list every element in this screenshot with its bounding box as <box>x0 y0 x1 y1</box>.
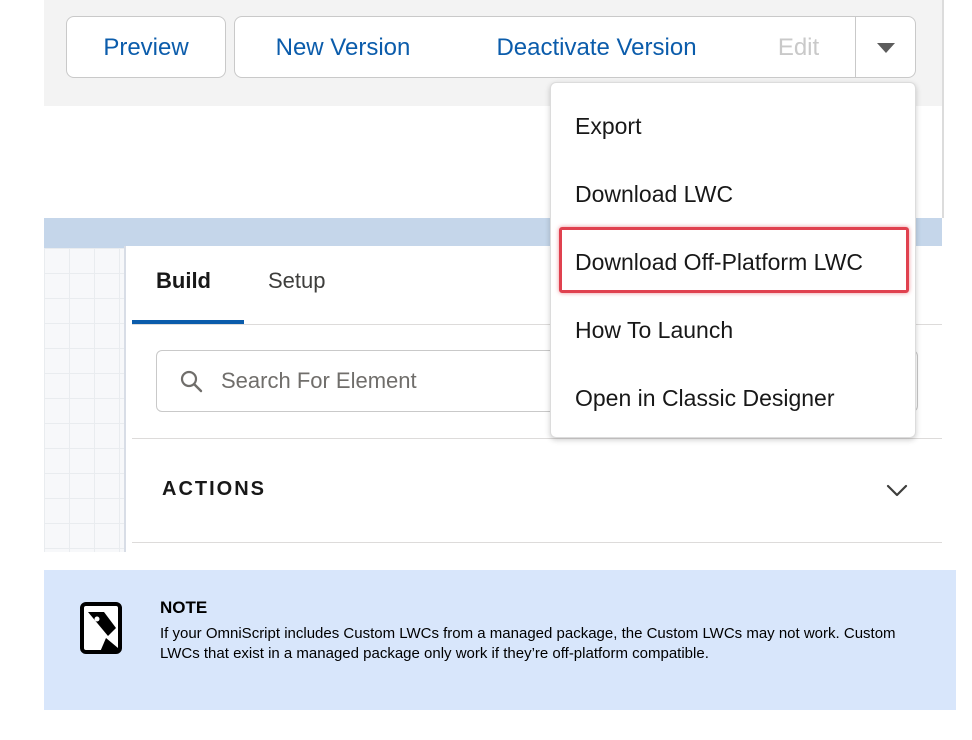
section-divider <box>132 438 946 439</box>
note-icon <box>80 602 122 654</box>
preview-button[interactable]: Preview <box>66 16 226 78</box>
deactivate-version-button[interactable]: Deactivate Version <box>451 16 743 78</box>
search-placeholder: Search For Element <box>221 368 417 393</box>
new-version-button[interactable]: New Version <box>234 16 452 78</box>
tab-build[interactable]: Build <box>156 268 211 294</box>
section-divider <box>132 542 946 543</box>
screenshot: Preview New Version Deactivate Version E… <box>44 0 972 552</box>
menu-item-download-off-platform-lwc[interactable]: Download Off-Platform LWC <box>575 249 863 276</box>
page-right-margin <box>942 0 972 552</box>
search-icon <box>180 370 203 393</box>
actions-section-title[interactable]: ACTIONS <box>162 478 266 501</box>
chevron-down-icon[interactable] <box>886 484 908 498</box>
header-border <box>942 0 944 218</box>
note-text: If your OmniScript includes Custom LWCs … <box>160 625 896 662</box>
menu-item-export[interactable]: Export <box>575 113 641 140</box>
canvas-grid <box>44 248 124 552</box>
note-callout: NOTE If your OmniScript includes Custom … <box>44 570 956 710</box>
more-actions-menu: Export Download LWC Download Off-Platfor… <box>550 82 916 438</box>
tab-setup[interactable]: Setup <box>268 268 326 294</box>
menu-item-how-to-launch[interactable]: How To Launch <box>575 317 733 344</box>
menu-item-open-classic-designer[interactable]: Open in Classic Designer <box>575 385 835 412</box>
menu-item-download-lwc[interactable]: Download LWC <box>575 181 733 208</box>
edit-button[interactable]: Edit <box>742 16 856 78</box>
more-actions-button[interactable] <box>855 16 916 78</box>
note-title: NOTE <box>160 598 208 617</box>
chevron-down-icon <box>877 43 895 53</box>
